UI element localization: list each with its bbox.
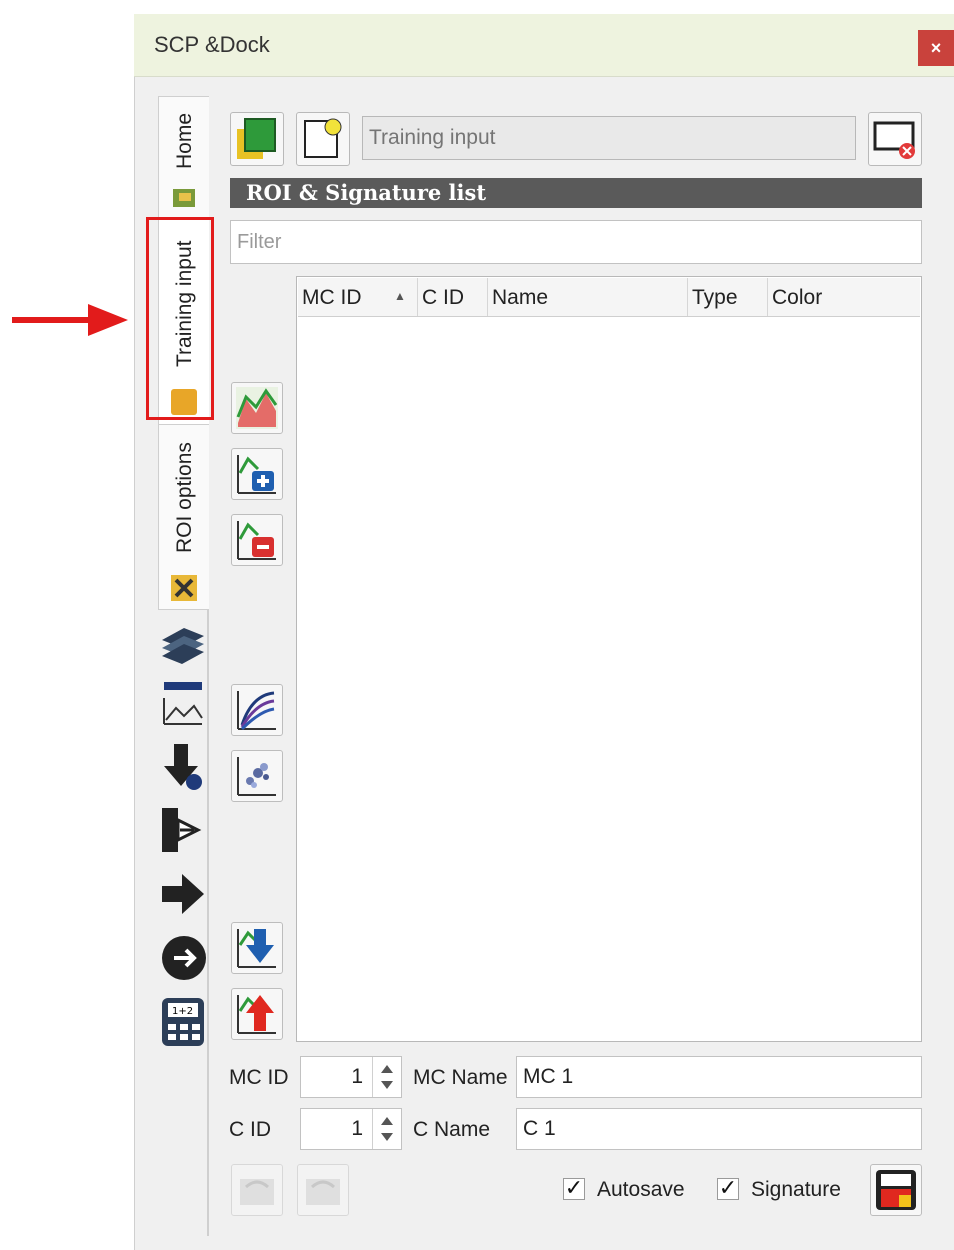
new-training-file-icon xyxy=(237,118,276,159)
spin-arrows-icon xyxy=(381,1117,393,1141)
merge-spectra-icon xyxy=(236,387,278,429)
add-signature-button[interactable] xyxy=(231,448,283,500)
undo-button[interactable] xyxy=(231,1164,283,1216)
home-tab-icon xyxy=(173,189,195,207)
scatter-plot-icon xyxy=(237,757,276,796)
close-button[interactable]: × xyxy=(918,30,954,66)
table-header: MC ID ▲ C ID Name Type Color xyxy=(298,278,920,317)
remove-signature-button[interactable] xyxy=(231,514,283,566)
add-spectrum-icon xyxy=(237,455,276,494)
import-arrow-icon xyxy=(237,929,276,968)
calculator-tab-icon[interactable]: 1+2 xyxy=(158,994,208,1050)
column-header-color[interactable]: Color xyxy=(768,278,920,316)
column-header-mc-id[interactable]: MC ID ▲ xyxy=(298,278,418,316)
column-header-name[interactable]: Name xyxy=(488,278,688,316)
dock-title: SCP &Dock xyxy=(154,32,270,57)
spectral-plot-button[interactable] xyxy=(231,684,283,736)
import-signatures-button[interactable] xyxy=(231,922,283,974)
c-name-label: C Name xyxy=(413,1118,491,1141)
annotation-highlight xyxy=(146,217,214,420)
svg-text:1+2: 1+2 xyxy=(172,1006,193,1017)
mc-id-label: MC ID xyxy=(229,1066,289,1089)
remove-spectrum-icon xyxy=(237,521,276,560)
export-arrow-icon xyxy=(237,995,276,1034)
roi-options-tab-icon xyxy=(171,575,197,601)
spectral-plot-tab-icon[interactable] xyxy=(158,676,208,730)
scatter-plot-button[interactable] xyxy=(231,750,283,802)
filter-input[interactable] xyxy=(230,220,922,264)
spin-arrows-icon xyxy=(381,1065,393,1089)
tab-roi-options[interactable]: ROI options xyxy=(158,424,209,610)
export-signatures-button[interactable] xyxy=(231,988,283,1040)
open-training-input-button[interactable] xyxy=(296,112,350,166)
column-header-mc-id-label: MC ID xyxy=(302,286,362,309)
preprocessing-tab-icon[interactable] xyxy=(158,802,208,858)
postprocessing-tab-icon[interactable] xyxy=(158,866,208,922)
c-id-label: C ID xyxy=(229,1118,271,1141)
download-tab-icon[interactable] xyxy=(158,738,208,794)
remove-file-icon xyxy=(873,121,915,159)
mc-name-label: MC Name xyxy=(413,1066,508,1089)
save-icon xyxy=(876,1170,916,1210)
band-set-tab-icon[interactable] xyxy=(158,614,208,668)
c-id-spinbox[interactable]: 1 xyxy=(300,1108,402,1150)
column-header-c-id[interactable]: C ID xyxy=(418,278,488,316)
c-id-stepper[interactable] xyxy=(372,1109,401,1149)
spectral-signature-plot-icon xyxy=(237,691,276,731)
redo-roi-icon xyxy=(306,1179,340,1205)
reset-training-input-button[interactable] xyxy=(868,112,922,166)
tab-roi-options-label: ROI options xyxy=(173,442,196,553)
roi-signature-list-header: ROI & Signature list xyxy=(230,178,922,208)
signature-label: Signature xyxy=(751,1178,841,1201)
band-calc-tab-icon[interactable] xyxy=(158,928,208,986)
open-file-icon xyxy=(304,118,342,158)
signature-checkbox[interactable]: ✓ xyxy=(717,1177,739,1200)
sort-ascending-icon: ▲ xyxy=(394,289,406,303)
redo-button[interactable] xyxy=(297,1164,349,1216)
mc-id-value: 1 xyxy=(351,1065,363,1088)
tab-home[interactable]: Home xyxy=(158,96,209,220)
annotation-arrow-shaft xyxy=(12,317,92,323)
column-header-type[interactable]: Type xyxy=(688,278,768,316)
autosave-checkbox[interactable]: ✓ xyxy=(563,1177,585,1200)
training-input-path-field[interactable] xyxy=(362,116,856,160)
annotation-arrow-head xyxy=(88,304,128,336)
mc-id-spinbox[interactable]: 1 xyxy=(300,1056,402,1098)
autosave-label: Autosave xyxy=(597,1178,685,1201)
mc-id-stepper[interactable] xyxy=(372,1057,401,1097)
merge-signatures-button[interactable] xyxy=(231,382,283,434)
save-roi-button[interactable] xyxy=(870,1164,922,1216)
undo-roi-icon xyxy=(240,1179,274,1205)
create-training-input-button[interactable] xyxy=(230,112,284,166)
c-id-value: 1 xyxy=(351,1117,363,1140)
mc-name-field[interactable] xyxy=(516,1056,922,1098)
tab-home-label: Home xyxy=(173,112,196,169)
roi-signature-table[interactable] xyxy=(296,276,922,1042)
c-name-field[interactable] xyxy=(516,1108,922,1150)
